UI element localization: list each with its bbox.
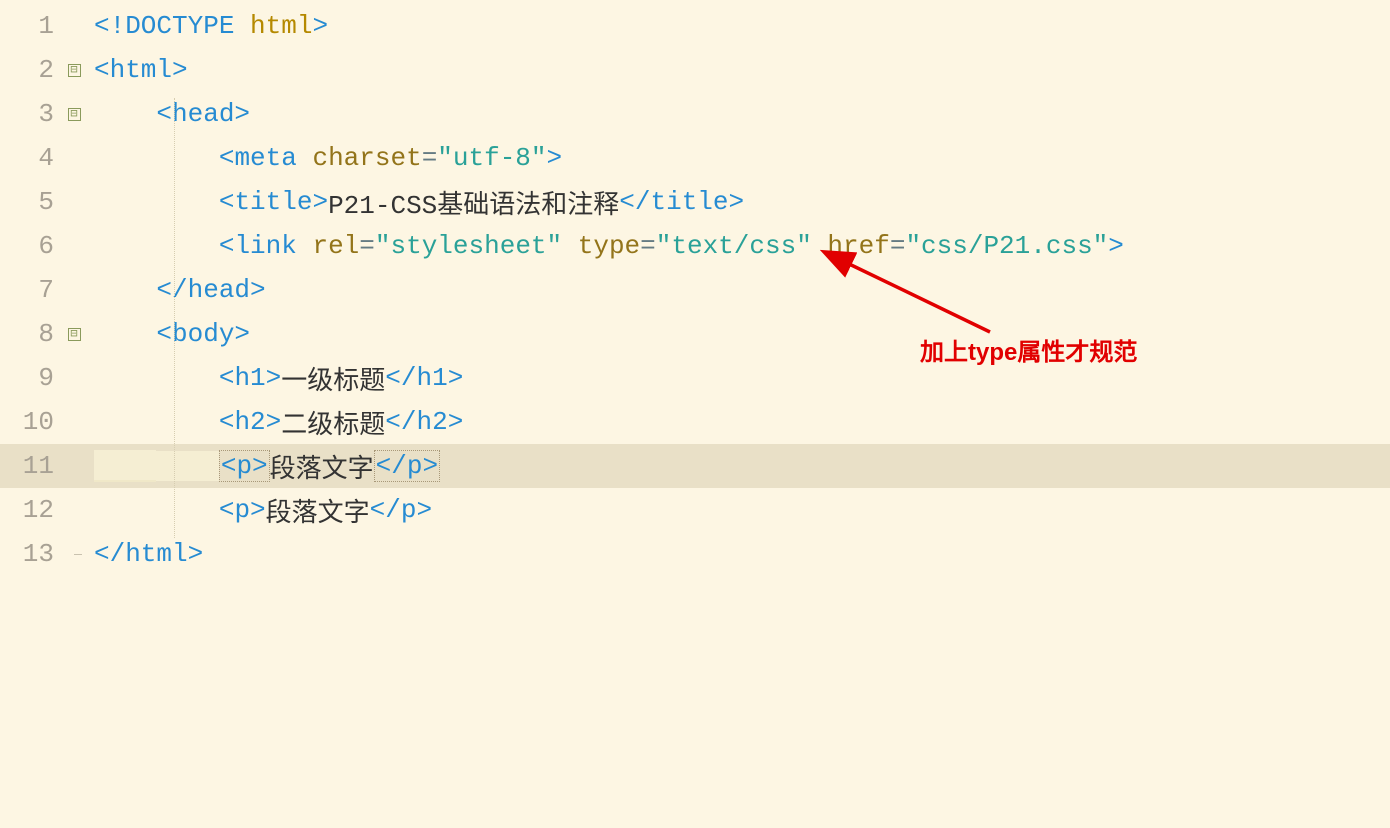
code-line[interactable]: 12 <p>段落文字</p>	[0, 488, 1390, 532]
code-content[interactable]: <link rel="stylesheet" type="text/css" h…	[86, 231, 1390, 261]
code-content[interactable]: <h2>二级标题</h2>	[86, 404, 1390, 441]
line-number: 4	[0, 143, 62, 173]
fold-gutter[interactable]: ⊟	[62, 64, 86, 77]
fold-gutter[interactable]: ⊟	[62, 108, 86, 121]
annotation-text: 加上type属性才规范	[920, 332, 1137, 367]
line-number: 13	[0, 539, 62, 569]
line-number: 12	[0, 495, 62, 525]
code-content[interactable]: </html>	[86, 539, 1390, 569]
fold-collapse-icon[interactable]: ⊟	[68, 328, 81, 341]
fold-collapse-icon[interactable]: ⊟	[68, 64, 81, 77]
code-line[interactable]: 10 <h2>二级标题</h2>	[0, 400, 1390, 444]
code-line[interactable]: 7 </head>	[0, 268, 1390, 312]
code-content[interactable]: </head>	[86, 275, 1390, 305]
p-text: 段落文字	[266, 492, 370, 529]
doctype-keyword: html	[250, 11, 312, 41]
line-number: 1	[0, 11, 62, 41]
h1-text: 一级标题	[281, 360, 385, 397]
code-line[interactable]: 2 ⊟ <html>	[0, 48, 1390, 92]
code-line-current[interactable]: 11 <p>段落文字</p>	[0, 444, 1390, 488]
fold-gutter[interactable]: ⊟	[62, 328, 86, 341]
code-content[interactable]: <title>P21-CSS基础语法和注释</title>	[86, 184, 1390, 221]
code-line[interactable]: 1 <!DOCTYPE html>	[0, 4, 1390, 48]
line-number: 8	[0, 319, 62, 349]
line-number: 2	[0, 55, 62, 85]
code-line[interactable]: 8 ⊟ <body>	[0, 312, 1390, 356]
code-content[interactable]: <html>	[86, 55, 1390, 85]
line-number: 3	[0, 99, 62, 129]
code-line[interactable]: 13 </html>	[0, 532, 1390, 576]
line-number: 7	[0, 275, 62, 305]
line-number: 5	[0, 187, 62, 217]
fold-collapse-icon[interactable]: ⊟	[68, 108, 81, 121]
code-content[interactable]: <h1>一级标题</h1>	[86, 360, 1390, 397]
line-number: 6	[0, 231, 62, 261]
code-content[interactable]: <body>	[86, 319, 1390, 349]
code-editor[interactable]: 1 <!DOCTYPE html> 2 ⊟ <html> 3 ⊟ <head> …	[0, 0, 1390, 576]
code-line[interactable]: 4 <meta charset="utf-8">	[0, 136, 1390, 180]
line-number: 9	[0, 363, 62, 393]
code-line[interactable]: 3 ⊟ <head>	[0, 92, 1390, 136]
line-number: 10	[0, 407, 62, 437]
match-open-tag: <p>	[219, 450, 270, 482]
code-content[interactable]: <head>	[86, 99, 1390, 129]
code-content[interactable]: <!DOCTYPE html>	[86, 11, 1390, 41]
code-line[interactable]: 6 <link rel="stylesheet" type="text/css"…	[0, 224, 1390, 268]
p-text: 段落文字	[270, 448, 374, 485]
title-text: P21-CSS基础语法和注释	[328, 184, 619, 221]
code-content[interactable]: <p>段落文字</p>	[86, 448, 1390, 485]
match-close-tag: </p>	[374, 450, 440, 482]
code-content[interactable]: <meta charset="utf-8">	[86, 143, 1390, 173]
line-number: 11	[0, 451, 62, 481]
code-line[interactable]: 5 <title>P21-CSS基础语法和注释</title>	[0, 180, 1390, 224]
code-content[interactable]: <p>段落文字</p>	[86, 492, 1390, 529]
h2-text: 二级标题	[281, 404, 385, 441]
code-line[interactable]: 9 <h1>一级标题</h1>	[0, 356, 1390, 400]
